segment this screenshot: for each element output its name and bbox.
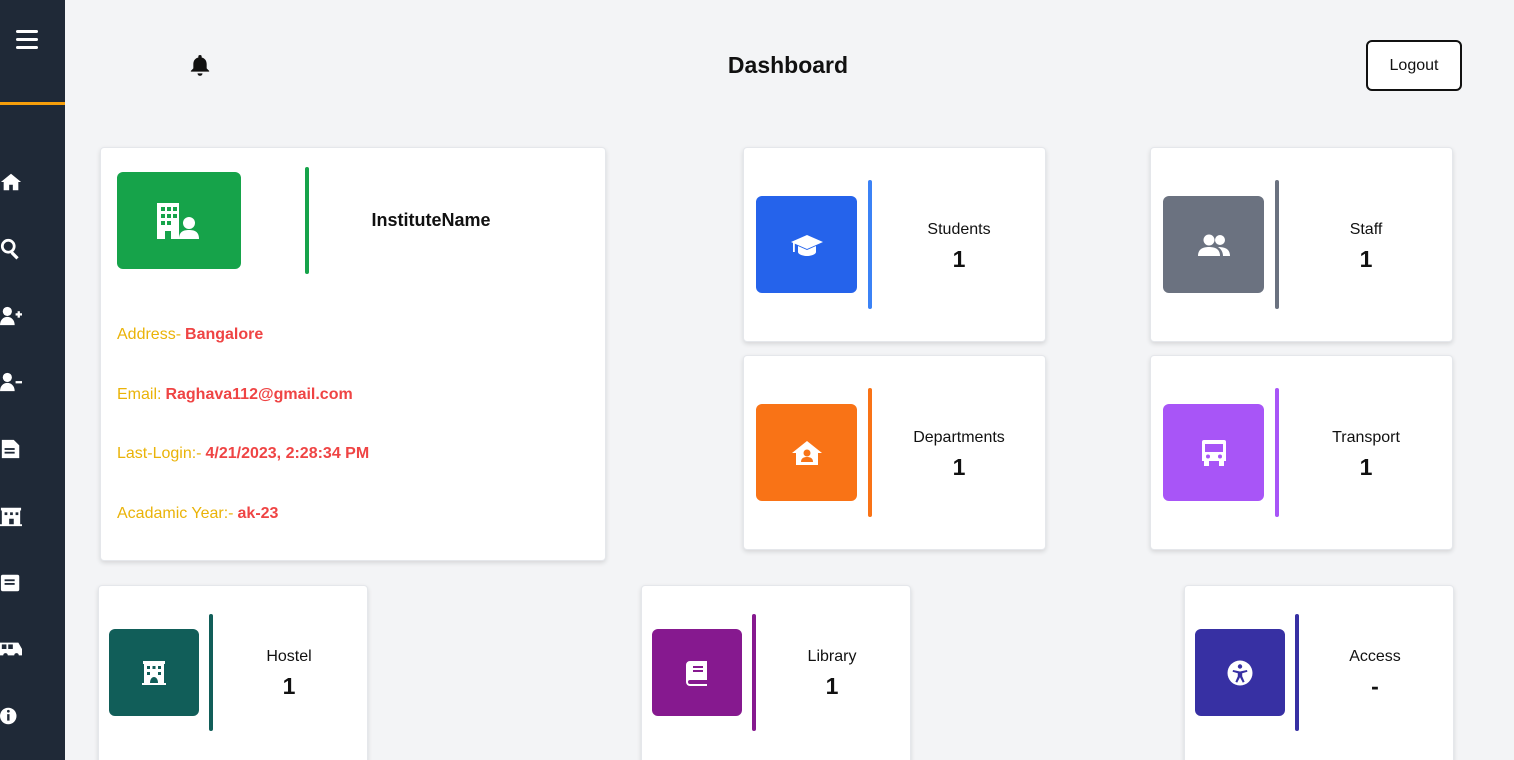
library-count: 1	[825, 673, 839, 699]
access-label: Access	[1349, 648, 1401, 665]
library-icon-box	[652, 629, 742, 716]
staff-count: 1	[1359, 246, 1373, 272]
graduation-cap-icon	[790, 234, 823, 256]
hostel-divider	[209, 614, 213, 731]
home-icon[interactable]	[0, 171, 24, 195]
building-icon[interactable]	[0, 505, 24, 529]
accessibility-icon	[1227, 660, 1253, 685]
hostel-label: Hostel	[266, 648, 312, 665]
notification-bell-icon[interactable]	[190, 54, 212, 76]
students-icon-box	[756, 196, 857, 293]
sidebar-divider	[0, 102, 65, 105]
staff-card[interactable]: Staff 1	[1150, 147, 1453, 342]
departments-card[interactable]: Departments 1	[743, 355, 1046, 550]
institute-name: InstituteName	[371, 210, 491, 230]
bus-icon	[1201, 439, 1226, 466]
transport-icon-box	[1163, 404, 1264, 501]
page-title: Dashboard	[727, 52, 849, 78]
transport-divider	[1275, 388, 1279, 517]
library-divider	[752, 614, 756, 731]
academic-year-row: Acadamic Year:- ak-23	[117, 505, 278, 523]
students-count: 1	[952, 246, 966, 272]
staff-label: Staff	[1349, 221, 1383, 238]
book-icon[interactable]	[0, 572, 24, 596]
document-icon[interactable]	[0, 438, 24, 462]
hostel-count: 1	[282, 673, 296, 699]
user-plus-icon[interactable]	[0, 305, 24, 329]
students-label: Students	[927, 221, 991, 238]
users-icon	[1197, 234, 1230, 256]
logout-button[interactable]: Logout	[1366, 40, 1462, 91]
library-label: Library	[807, 648, 857, 665]
email-value: Raghava112@gmail.com	[165, 386, 353, 403]
transport-card[interactable]: Transport 1	[1150, 355, 1453, 550]
access-divider	[1295, 614, 1299, 731]
students-divider	[868, 180, 872, 309]
transport-label: Transport	[1332, 429, 1400, 446]
bus-icon[interactable]	[0, 638, 24, 662]
address-row: Address- Bangalore	[117, 326, 263, 344]
academic-year-label: Acadamic Year:-	[117, 505, 234, 522]
email-label: Email:	[117, 386, 162, 403]
sidebar	[0, 0, 65, 760]
access-icon-box	[1195, 629, 1285, 716]
hotel-icon	[142, 660, 166, 685]
address-label: Address-	[117, 326, 182, 343]
academic-year-value: ak-23	[237, 505, 279, 522]
info-icon[interactable]	[0, 705, 24, 729]
departments-label: Departments	[913, 429, 1005, 446]
institute-divider	[305, 167, 309, 274]
staff-icon-box	[1163, 196, 1264, 293]
house-user-icon	[791, 440, 822, 465]
email-row: Email: Raghava112@gmail.com	[117, 386, 353, 404]
departments-divider	[868, 388, 872, 517]
hostel-card[interactable]: Hostel 1	[98, 585, 368, 760]
last-login-label: Last-Login:-	[117, 445, 202, 462]
hamburger-menu-icon[interactable]	[16, 30, 40, 54]
transport-count: 1	[1359, 454, 1373, 480]
last-login-row: Last-Login:- 4/21/2023, 2:28:34 PM	[117, 445, 369, 463]
institute-icon-box	[117, 172, 241, 269]
hostel-icon-box	[109, 629, 199, 716]
library-card[interactable]: Library 1	[641, 585, 911, 760]
students-card[interactable]: Students 1	[743, 147, 1046, 342]
book-icon	[686, 660, 707, 686]
access-count: -	[1371, 673, 1379, 699]
institute-card: InstituteName Address- Bangalore Email: Ra…	[100, 147, 606, 561]
building-user-icon	[157, 202, 199, 239]
access-card[interactable]: Access -	[1184, 585, 1454, 760]
staff-divider	[1275, 180, 1279, 309]
last-login-value: 4/21/2023, 2:28:34 PM	[205, 445, 370, 462]
departments-icon-box	[756, 404, 857, 501]
user-minus-icon[interactable]	[0, 371, 24, 395]
search-icon[interactable]	[0, 238, 24, 262]
departments-count: 1	[952, 454, 966, 480]
address-value: Bangalore	[185, 326, 264, 343]
